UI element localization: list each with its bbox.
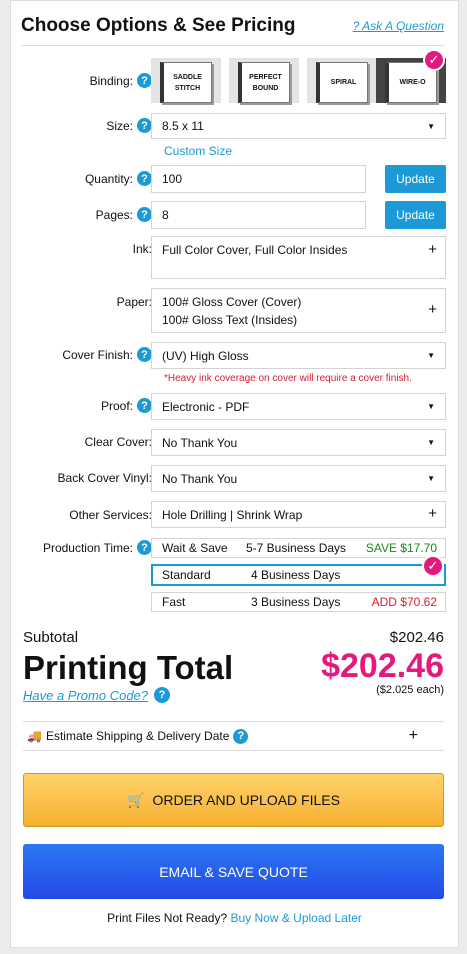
quantity-value: 100	[162, 172, 183, 186]
proof-select[interactable]: Electronic - PDF ▼	[151, 393, 446, 420]
caret-down-icon: ▼	[427, 351, 435, 360]
back-cover-vinyl-value: No Thank You	[162, 471, 238, 486]
subtotal-value: $202.46	[389, 629, 444, 646]
ink-value: Full Color Cover, Full Color Insides	[162, 243, 348, 257]
promo-code-link[interactable]: Have a Promo Code??	[23, 687, 171, 703]
unit-price: ($2.025 each)	[376, 684, 444, 696]
production-option-standard[interactable]: Standard 4 Business Days	[151, 564, 446, 586]
promo-code-label: Have a Promo Code?	[23, 687, 149, 703]
help-icon[interactable]: ?	[137, 398, 152, 413]
order-upload-label: ORDER AND UPLOAD FILES	[152, 792, 340, 808]
plus-icon: +	[428, 505, 437, 522]
cover-finish-label: Cover Finish:?	[62, 347, 152, 362]
binding-option-label: PERFECT BOUND	[238, 62, 290, 103]
email-save-quote-button[interactable]: EMAIL & SAVE QUOTE	[23, 844, 444, 899]
caret-down-icon: ▼	[427, 474, 435, 483]
shipping-estimate-toggle[interactable]: 🚚 Estimate Shipping & Delivery Date ? +	[23, 721, 444, 751]
back-cover-vinyl-label: Back Cover Vinyl:	[57, 471, 152, 485]
truck-icon: 🚚	[27, 729, 42, 743]
other-services-value: Hole Drilling | Shrink Wrap	[162, 507, 303, 522]
cover-finish-value: (UV) High Gloss	[162, 348, 249, 363]
back-cover-vinyl-select[interactable]: No Thank You ▼	[151, 465, 446, 492]
printing-total-value: $202.46	[321, 647, 444, 685]
binding-option-perfect-bound[interactable]: PERFECT BOUND	[229, 58, 299, 103]
caret-down-icon: ▼	[427, 438, 435, 447]
subtotal-row: Subtotal $202.46	[23, 629, 444, 646]
production-option-price: ADD $70.62	[371, 595, 437, 609]
printing-total-label: Printing Total	[23, 649, 234, 686]
quantity-label: Quantity:?	[85, 171, 152, 186]
size-value: 8.5 x 11	[162, 119, 204, 133]
pages-input[interactable]: 8	[151, 201, 366, 229]
proof-value: Electronic - PDF	[162, 399, 250, 414]
other-services-label: Other Services:	[69, 508, 152, 522]
paper-select[interactable]: 100# Gloss Cover (Cover) 100# Gloss Text…	[151, 288, 446, 333]
footer-text: Print Files Not Ready?	[107, 911, 228, 925]
help-icon[interactable]: ?	[154, 687, 171, 703]
buy-now-upload-later-link[interactable]: Buy Now & Upload Later	[230, 911, 361, 925]
subtotal-label: Subtotal	[23, 629, 79, 646]
cover-finish-warning: *Heavy ink coverage on cover will requir…	[164, 373, 412, 384]
selected-check-icon: ✓	[423, 49, 445, 71]
paper-label: Paper:	[116, 295, 152, 309]
production-option-days: 5-7 Business Days	[246, 541, 347, 555]
pages-update-button[interactable]: Update	[385, 201, 446, 229]
shipping-label: Estimate Shipping & Delivery Date	[45, 729, 230, 743]
proof-label: Proof:?	[101, 398, 152, 413]
ink-select[interactable]: Full Color Cover, Full Color Insides +	[151, 236, 446, 279]
paper-cover-value: 100# Gloss Cover (Cover)	[162, 294, 302, 309]
help-icon[interactable]: ?	[137, 540, 152, 555]
help-icon[interactable]: ?	[137, 347, 152, 362]
selected-check-icon: ✓	[422, 555, 444, 577]
help-icon[interactable]: ?	[137, 118, 152, 133]
cart-icon: 🛒	[127, 791, 145, 808]
production-option-wait-save[interactable]: Wait & Save 5-7 Business Days SAVE $17.7…	[151, 538, 446, 558]
binding-label: Binding:?	[90, 73, 152, 88]
plus-icon: +	[408, 727, 418, 744]
production-option-name: Standard	[162, 568, 211, 582]
production-option-fast[interactable]: Fast 3 Business Days ADD $70.62	[151, 592, 446, 612]
caret-down-icon: ▼	[427, 402, 435, 411]
production-option-price: SAVE $17.70	[365, 541, 437, 555]
binding-option-saddle-stitch[interactable]: SADDLE STITCH	[151, 58, 221, 103]
custom-size-link[interactable]: Custom Size	[164, 144, 232, 158]
clear-cover-value: No Thank You	[162, 435, 238, 450]
binding-option-spiral[interactable]: SPIRAL	[307, 58, 377, 103]
other-services-select[interactable]: Hole Drilling | Shrink Wrap +	[151, 501, 446, 528]
clear-cover-select[interactable]: No Thank You ▼	[151, 429, 446, 456]
order-upload-button[interactable]: 🛒 ORDER AND UPLOAD FILES	[23, 773, 444, 827]
divider	[21, 45, 444, 46]
pages-label: Pages:?	[96, 207, 152, 222]
help-icon[interactable]: ?	[233, 728, 249, 744]
plus-icon: +	[428, 241, 437, 258]
ask-question-link[interactable]: ? Ask A Question	[353, 19, 444, 33]
footer-note: Print Files Not Ready? Buy Now & Upload …	[11, 911, 458, 925]
quantity-input[interactable]: 100	[151, 165, 366, 193]
page-title: Choose Options & See Pricing	[21, 15, 296, 36]
pricing-card: Choose Options & See Pricing ? Ask A Que…	[10, 0, 459, 948]
production-option-name: Fast	[162, 595, 186, 609]
ink-label: Ink:	[132, 242, 152, 256]
help-icon[interactable]: ?	[137, 207, 152, 222]
production-time-label: Production Time:?	[43, 540, 152, 555]
caret-down-icon: ▼	[427, 121, 435, 131]
card-header: Choose Options & See Pricing ? Ask A Que…	[21, 15, 444, 37]
size-select[interactable]: 8.5 x 11 ▼	[151, 113, 446, 139]
clear-cover-label: Clear Cover:	[84, 435, 152, 449]
plus-icon: +	[428, 301, 437, 318]
help-icon[interactable]: ?	[137, 171, 152, 186]
quantity-update-button[interactable]: Update	[385, 165, 446, 193]
binding-option-label: SADDLE STITCH	[160, 62, 212, 103]
pages-value: 8	[162, 208, 169, 222]
production-option-days: 4 Business Days	[251, 568, 341, 582]
cover-finish-select[interactable]: (UV) High Gloss ▼	[151, 342, 446, 369]
help-icon[interactable]: ?	[137, 73, 152, 88]
production-option-name: Wait & Save	[162, 541, 228, 555]
size-label: Size:?	[106, 118, 152, 133]
binding-option-label: SPIRAL	[316, 62, 368, 103]
production-option-days: 3 Business Days	[251, 595, 341, 609]
paper-insides-value: 100# Gloss Text (Insides)	[162, 312, 298, 327]
